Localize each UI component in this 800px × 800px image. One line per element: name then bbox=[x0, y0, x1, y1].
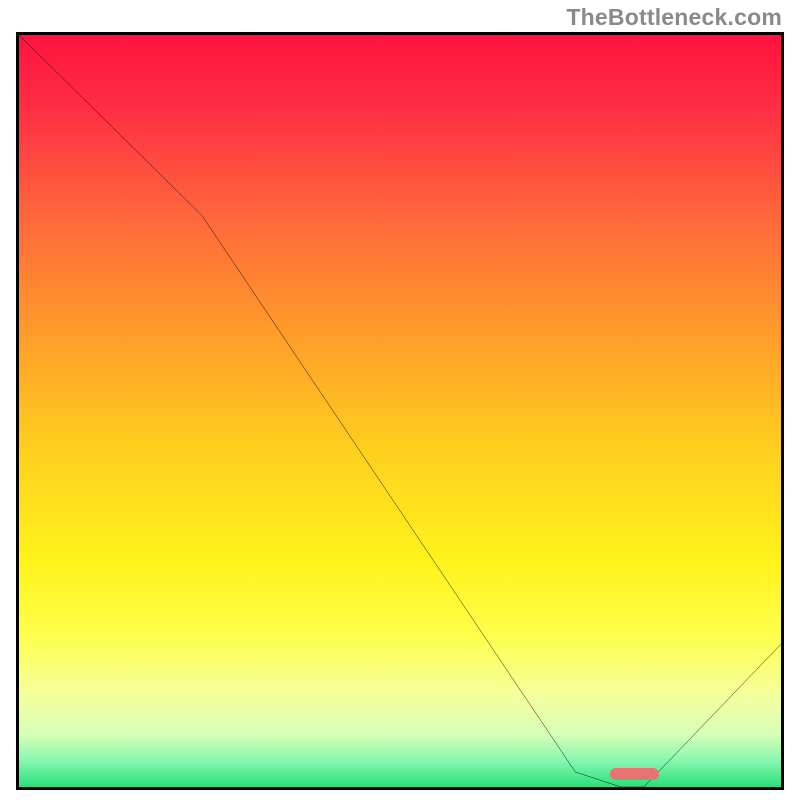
chart-frame bbox=[16, 32, 784, 790]
watermark-text: TheBottleneck.com bbox=[566, 4, 782, 31]
optimal-marker bbox=[610, 768, 660, 780]
bottleneck-gradient-background bbox=[19, 35, 781, 787]
